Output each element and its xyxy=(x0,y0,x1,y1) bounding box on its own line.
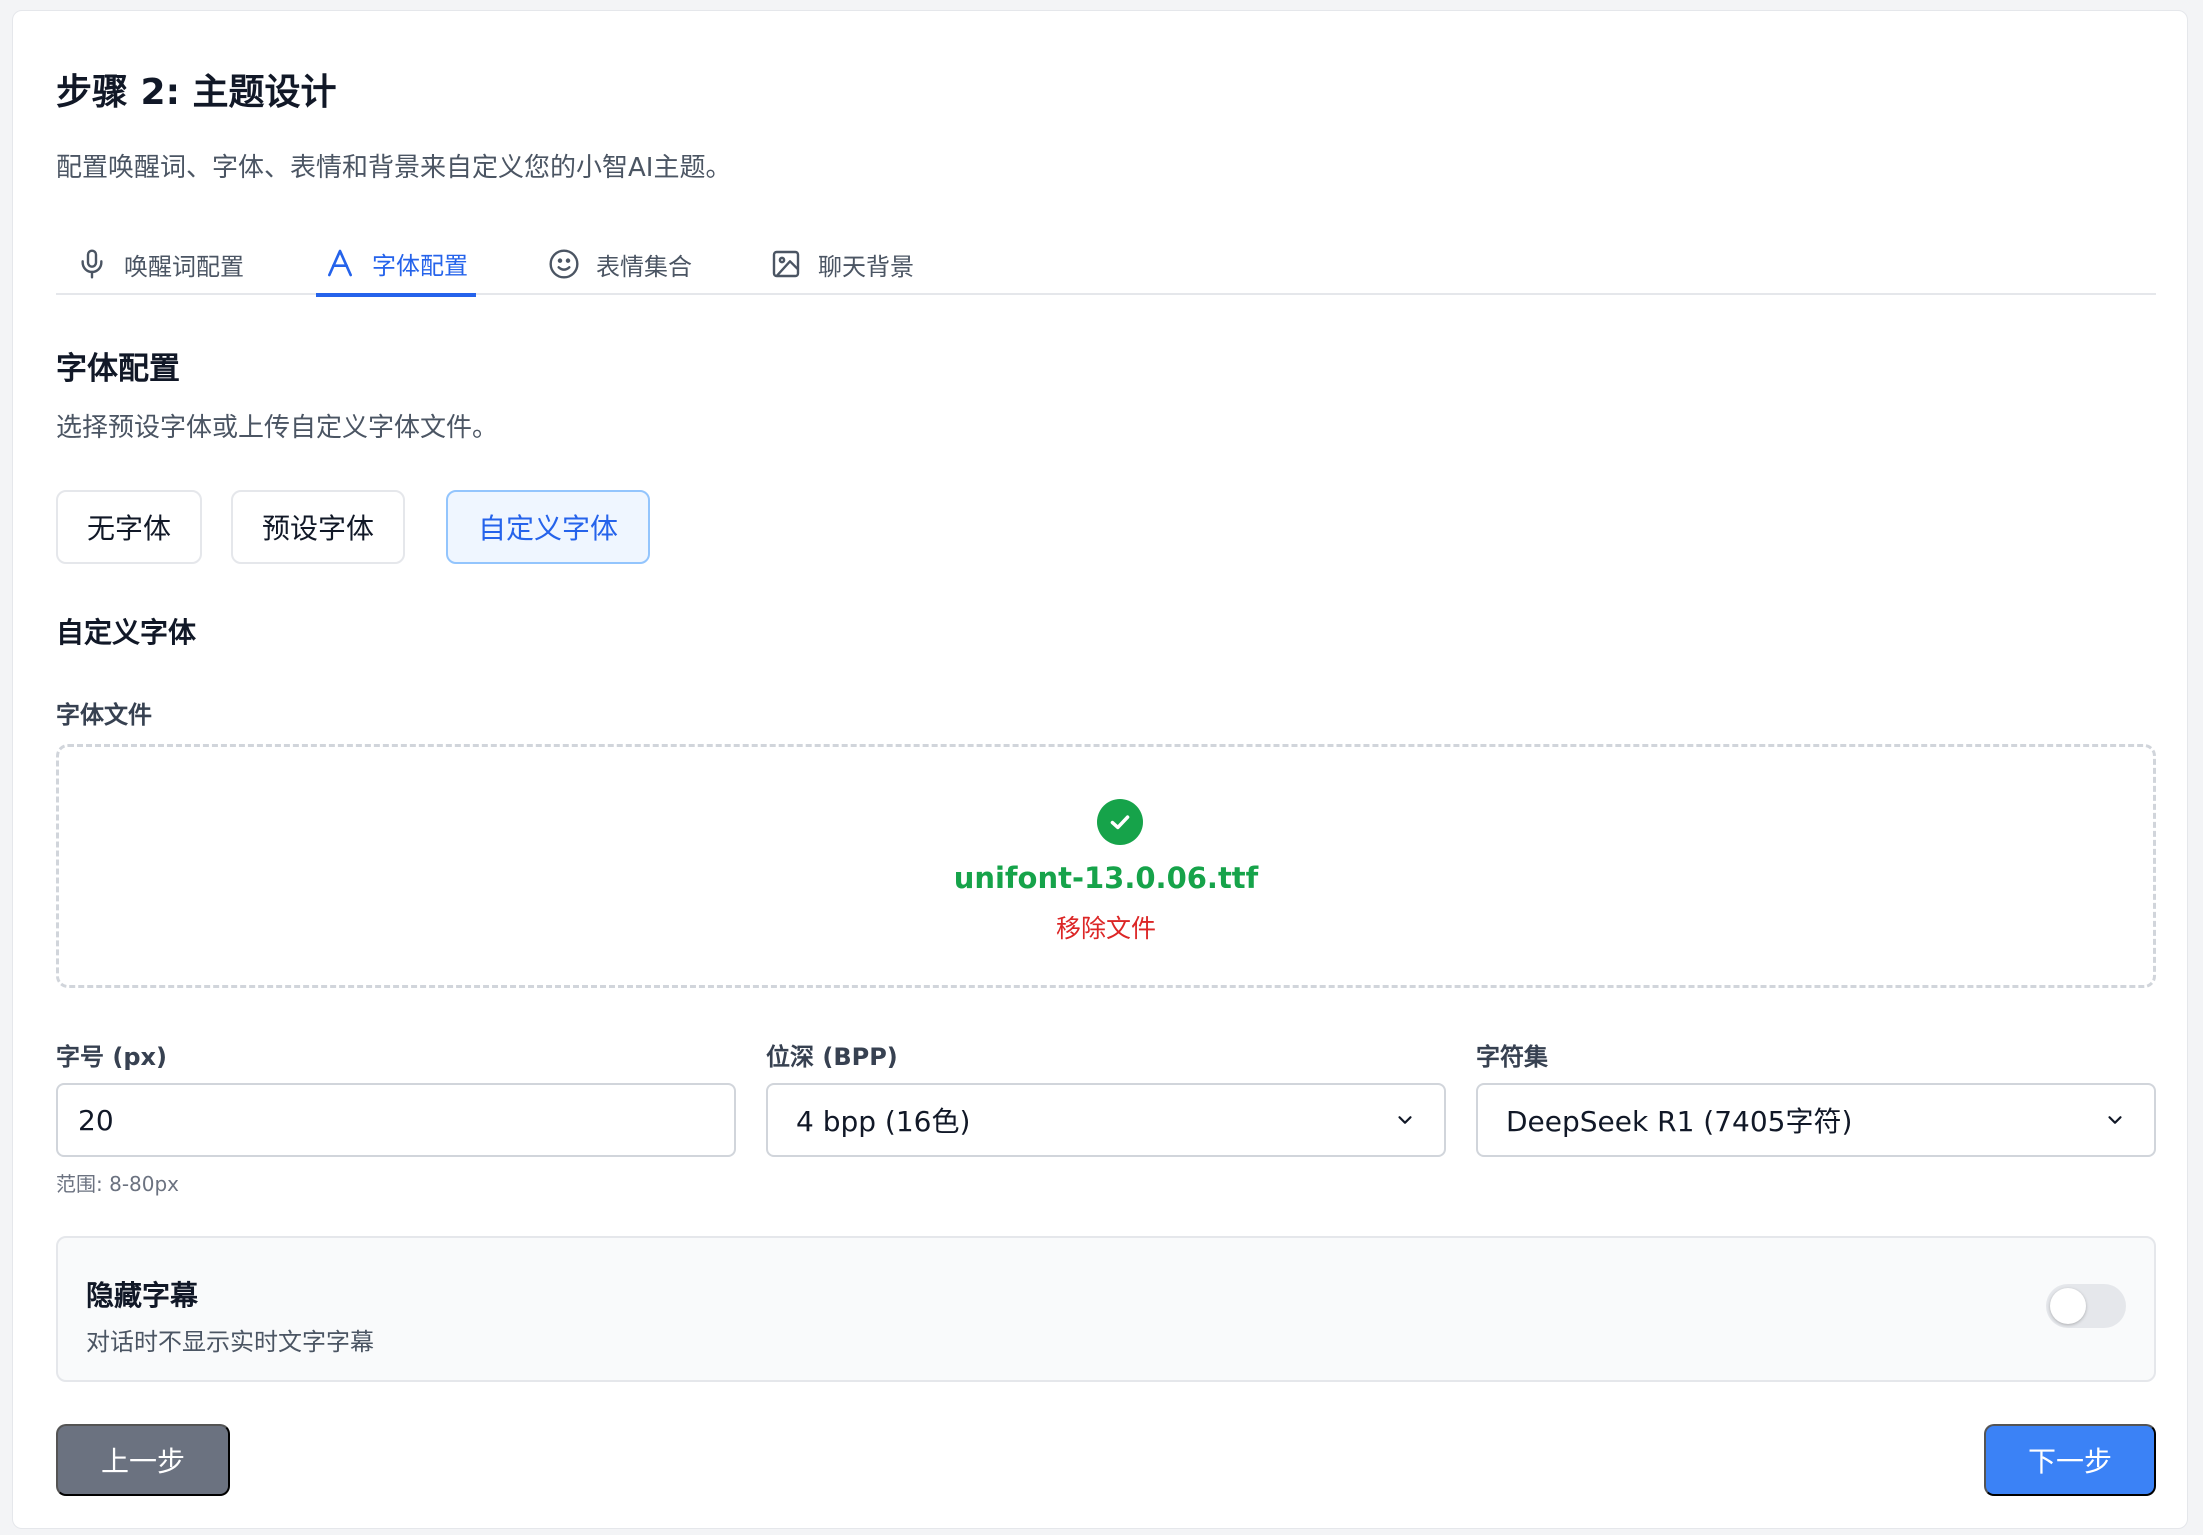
toggle-knob xyxy=(2050,1288,2086,1324)
charset-select[interactable]: DeepSeek R1 (7405字符) xyxy=(1476,1083,2156,1157)
section-description: 选择预设字体或上传自定义字体文件。 xyxy=(56,413,499,443)
font-size-label: 字号 (px) xyxy=(56,1043,167,1071)
hide-subtitle-panel: 隐藏字幕 对话时不显示实时文字字幕 xyxy=(56,1236,2156,1382)
tab-font[interactable]: 字体配置 xyxy=(316,233,476,297)
tab-label: 唤醒词配置 xyxy=(124,252,244,281)
hide-subtitle-desc: 对话时不显示实时文字字幕 xyxy=(86,1328,374,1356)
smiley-icon xyxy=(549,249,579,279)
font-size-input[interactable]: 20 xyxy=(56,1083,736,1157)
uploaded-file-name: unifont-13.0.06.ttf xyxy=(953,861,1259,895)
hide-subtitle-title: 隐藏字幕 xyxy=(86,1279,199,1312)
previous-step-button[interactable]: 上一步 xyxy=(56,1424,230,1496)
custom-font-title: 自定义字体 xyxy=(56,616,197,649)
page-description: 配置唤醒词、字体、表情和背景来自定义您的小智AI主题。 xyxy=(56,153,732,183)
chevron-down-icon xyxy=(1398,1116,1412,1124)
remove-file-link[interactable]: 移除文件 xyxy=(59,909,2153,945)
tab-label: 字体配置 xyxy=(372,251,468,280)
font-file-label: 字体文件 xyxy=(56,701,152,729)
tab-label: 聊天背景 xyxy=(818,252,914,281)
microphone-icon xyxy=(81,249,103,279)
tab-wake-word[interactable]: 唤醒词配置 xyxy=(76,233,244,295)
font-file-dropzone[interactable]: unifont-13.0.06.ttf 移除文件 xyxy=(56,744,2156,988)
bpp-label: 位深 (BPP) xyxy=(766,1043,898,1071)
charset-label: 字符集 xyxy=(1476,1043,1548,1071)
chevron-down-icon xyxy=(2108,1116,2122,1124)
preset-font-option[interactable]: 预设字体 xyxy=(231,490,405,564)
hide-subtitle-toggle[interactable] xyxy=(2046,1284,2126,1328)
image-icon xyxy=(772,250,800,278)
page-title: 步骤 2: 主题设计 xyxy=(56,72,337,113)
theme-design-card: 步骤 2: 主题设计 配置唤醒词、字体、表情和背景来自定义您的小智AI主题。 唤… xyxy=(12,10,2188,1529)
check-circle-icon xyxy=(1097,799,1143,845)
no-font-option[interactable]: 无字体 xyxy=(56,490,202,564)
bpp-value: 4 bpp (16色) xyxy=(796,1105,971,1138)
tab-bar: 唤醒词配置 字体配置 表情集合 聊天背景 xyxy=(56,233,2156,297)
card-content: 步骤 2: 主题设计 配置唤醒词、字体、表情和背景来自定义您的小智AI主题。 唤… xyxy=(56,11,2156,1528)
charset-value: DeepSeek R1 (7405字符) xyxy=(1506,1105,1853,1138)
tab-label: 表情集合 xyxy=(596,252,692,281)
bpp-select[interactable]: 4 bpp (16色) xyxy=(766,1083,1446,1157)
next-step-button[interactable]: 下一步 xyxy=(1984,1424,2156,1496)
custom-font-option[interactable]: 自定义字体 xyxy=(446,490,650,564)
font-size-value: 20 xyxy=(78,1103,114,1137)
section-title: 字体配置 xyxy=(56,351,180,387)
tab-background[interactable]: 聊天背景 xyxy=(770,233,914,295)
font-icon xyxy=(328,249,352,277)
font-size-hint: 范围: 8-80px xyxy=(56,1172,180,1196)
tab-emoji[interactable]: 表情集合 xyxy=(548,233,692,295)
